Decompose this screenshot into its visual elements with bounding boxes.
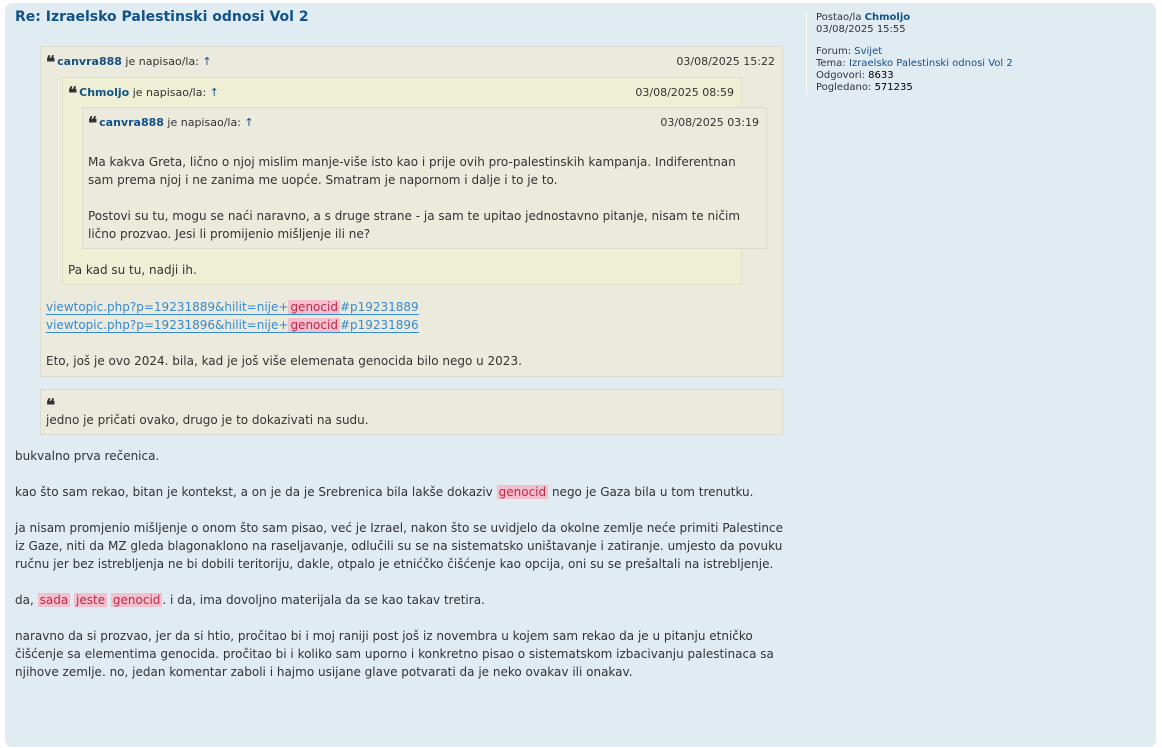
profile-replies: Odgovori: 8633 — [816, 70, 894, 81]
quote-canvra888-outer: ❝ canvra888 je napisao/la: ↑ 03/08/2025 1… — [40, 46, 783, 377]
search-highlight: genocid — [496, 485, 549, 499]
post-body: Re: Izraelsko Palestinski odnosi Vol 2 ❝… — [15, 9, 788, 699]
quote-paragraph: Pa kad su tu, nadji ih. — [68, 263, 197, 277]
quote-author-link[interactable]: canvra888 — [99, 116, 164, 129]
quote-anonymous: ❝ jedno je pričati ovako, drugo je to do… — [40, 389, 783, 435]
post-paragraph: da, sada jeste genocid. i da, ima dovolj… — [15, 593, 485, 607]
post-profile: Postao/la Chmoljo 03/08/2025 15:55 Forum… — [806, 12, 1156, 94]
post-date: 03/08/2025 15:55 — [816, 24, 906, 35]
quote-cite: ❝ Chmoljo je napisao/la: ↑ 03/08/2025 08:… — [68, 83, 736, 105]
profile-views: Pogledano: 571235 — [816, 82, 913, 93]
quote-date: 03/08/2025 03:19 — [660, 116, 759, 129]
post-paragraph: naravno da si prozvao, jer da si htio, p… — [15, 629, 774, 679]
search-highlight: genocid — [288, 318, 340, 332]
quote-paragraph: Postovi su tu, mogu se naći naravno, a s… — [88, 209, 741, 241]
author-link[interactable]: Chmoljo — [865, 12, 910, 23]
posted-by: Postao/la Chmoljo — [816, 12, 911, 23]
post-paragraph: ja nisam promjenio mišljenje o onom što … — [15, 521, 783, 571]
forum-link[interactable]: Svijet — [854, 46, 882, 57]
search-highlight: jeste — [74, 593, 108, 607]
quote-paragraph: jedno je pričati ovako, drugo je to doka… — [46, 413, 369, 427]
topic-link[interactable]: Izraelsko Palestinski odnosi Vol 2 — [849, 58, 1013, 69]
quote-jump-up-icon[interactable]: ↑ — [210, 86, 219, 99]
post-title[interactable]: Re: Izraelsko Palestinski odnosi Vol 2 — [15, 9, 788, 31]
post: Re: Izraelsko Palestinski odnosi Vol 2 ❝… — [5, 3, 1156, 747]
search-highlight: sada — [37, 593, 71, 607]
quote-links: viewtopic.php?p=19231889&hilit=nije+ geno… — [46, 298, 777, 334]
search-highlight: genocid — [288, 300, 340, 314]
post-link[interactable]: viewtopic.php?p=19231896&hilit=nije+ geno… — [46, 318, 419, 333]
profile-topic: Tema: Izraelsko Palestinski odnosi Vol 2 — [816, 58, 1013, 69]
quote-icon: ❝ — [68, 84, 77, 104]
post-paragraph: kao što sam rekao, bitan je kontekst, a … — [15, 485, 754, 499]
quote-chmoljo: ❝ Chmoljo je napisao/la: ↑ 03/08/2025 08:… — [62, 77, 767, 285]
post-link[interactable]: viewtopic.php?p=19231889&hilit=nije+ geno… — [46, 300, 419, 315]
quote-wrote-label: je napisao/la: — [132, 86, 207, 99]
quote-cite: ❝ canvra888 je napisao/la: ↑ 03/08/2025 1… — [46, 52, 777, 74]
quote-paragraph: Eto, još je ovo 2024. bila, kad je još v… — [46, 354, 522, 368]
quote-cite: ❝ — [46, 395, 777, 416]
quote-paragraph: Ma kakva Greta, lično o njoj mislim manj… — [88, 155, 736, 187]
search-highlight: genocid — [110, 593, 163, 607]
quote-wrote-label: je napisao/la: — [167, 116, 241, 129]
quote-date: 03/08/2025 15:22 — [676, 55, 775, 68]
post-content: bukvalno prva rečenica. kao što sam reka… — [15, 447, 788, 681]
profile-forum: Forum: Svijet — [816, 46, 883, 57]
quote-icon: ❝ — [46, 396, 55, 416]
quote-cite: ❝ canvra888 je napisao/la: ↑ 03/08/2025 0… — [88, 113, 761, 135]
quote-author-link[interactable]: canvra888 — [57, 55, 122, 68]
quote-jump-up-icon[interactable]: ↑ — [202, 55, 211, 68]
quote-date: 03/08/2025 08:59 — [635, 86, 734, 99]
quote-icon: ❝ — [88, 114, 97, 134]
quote-wrote-label: je napisao/la: — [125, 55, 199, 68]
quote-icon: ❝ — [46, 53, 55, 73]
post-paragraph: bukvalno prva rečenica. — [15, 449, 160, 463]
quote-author-link[interactable]: Chmoljo — [79, 86, 129, 99]
quote-jump-up-icon[interactable]: ↑ — [244, 116, 253, 129]
quote-canvra888-inner: ❝ canvra888 je napisao/la: ↑ 03/08/2025 0… — [82, 107, 767, 249]
